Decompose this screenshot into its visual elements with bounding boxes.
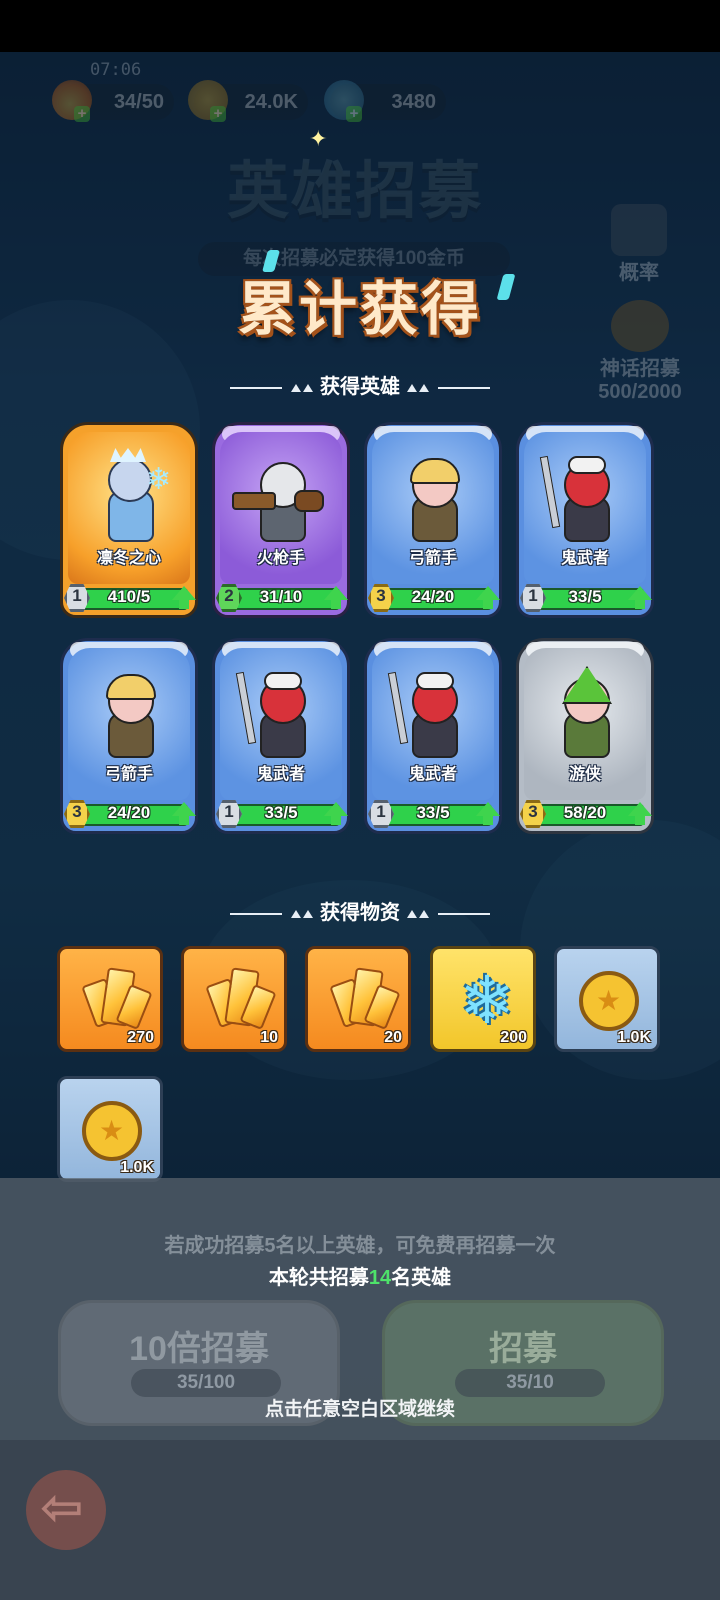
- hero-card[interactable]: 鬼武者 1 33/5: [364, 638, 502, 834]
- oni-warrior-portrait: [387, 668, 468, 758]
- gold-coin-icon: ★: [82, 1101, 142, 1161]
- gold-crystal-icon: [204, 967, 277, 1031]
- ten-recruit-cost: 35/100: [131, 1369, 281, 1397]
- archer-portrait: [398, 452, 468, 542]
- gold-crystal-icon: [328, 967, 401, 1031]
- reward-item[interactable]: ❄ 200: [430, 946, 536, 1052]
- recruit-summary: 本轮共招募14名英雄: [268, 1267, 452, 1289]
- upgrade-arrow-icon: [476, 802, 500, 816]
- game-screen[interactable]: 07:06 + 34/50 + 24.0K + 3480 英雄招募 每次招募必定…: [0, 0, 720, 1600]
- recruit-cost: 35/10: [455, 1369, 605, 1397]
- upgrade-arrow-icon: [324, 586, 348, 600]
- reward-item[interactable]: ★ 1.0K: [554, 946, 660, 1052]
- reward-item[interactable]: 10: [181, 946, 287, 1052]
- sparkle-icon: ✦: [309, 126, 328, 151]
- hero-card[interactable]: 弓箭手 3 24/20: [60, 638, 198, 834]
- reward-item[interactable]: 20: [305, 946, 411, 1052]
- back-arrow-icon: ⇦: [40, 1479, 84, 1537]
- upgrade-arrow-icon: [172, 586, 196, 600]
- ice-queen-portrait: ❄: [94, 448, 171, 542]
- oni-warrior-portrait: [235, 668, 316, 758]
- archer-portrait: [94, 668, 164, 758]
- gunner-portrait: [232, 452, 324, 542]
- upgrade-arrow-icon: [324, 802, 348, 816]
- oni-warrior-portrait: [539, 452, 620, 542]
- hero-card[interactable]: 火枪手 2 31/10: [212, 422, 350, 618]
- ice-crystal-icon: ❄: [459, 963, 515, 1037]
- upgrade-arrow-icon: [172, 802, 196, 816]
- hero-card[interactable]: 弓箭手 3 24/20: [364, 422, 502, 618]
- ranger-portrait: [550, 666, 620, 758]
- upgrade-arrow-icon: [628, 586, 652, 600]
- gold-crystal-icon: [80, 967, 153, 1031]
- status-bar: [0, 0, 720, 52]
- items-section-header: 获得物资: [0, 896, 720, 925]
- reward-title: 累计获得: [237, 277, 482, 342]
- tap-to-continue[interactable]: 点击任意空白区域继续: [0, 1394, 720, 1421]
- upgrade-arrow-icon: [628, 802, 652, 816]
- hero-card[interactable]: 鬼武者 1 33/5: [516, 422, 654, 618]
- upgrade-arrow-icon: [476, 586, 500, 600]
- free-recruit-hint: 若成功招募5名以上英雄，可免费再招募一次: [164, 1235, 556, 1257]
- gold-coin-icon: ★: [579, 971, 639, 1031]
- hero-card[interactable]: 游侠 3 58/20: [516, 638, 654, 834]
- reward-item[interactable]: 270: [57, 946, 163, 1052]
- heroes-section-header: 获得英雄: [0, 370, 720, 399]
- back-button[interactable]: ⇦: [26, 1470, 106, 1550]
- reward-item[interactable]: ★ 1.0K: [57, 1076, 163, 1182]
- hero-card[interactable]: ❄ 凛冬之心 1 410/5: [60, 422, 198, 618]
- hero-card[interactable]: 鬼武者 1 33/5: [212, 638, 350, 834]
